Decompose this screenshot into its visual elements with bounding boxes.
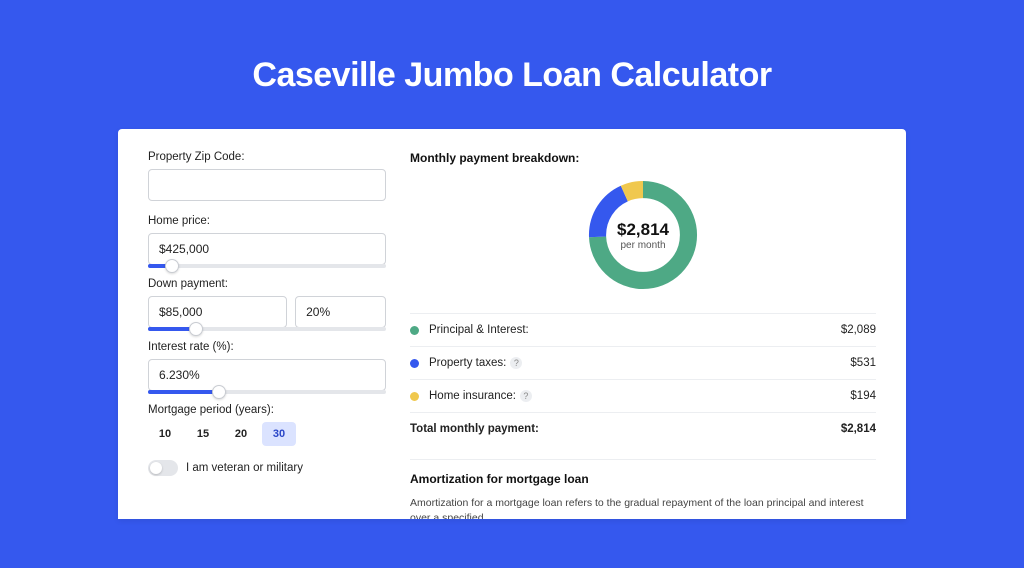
- zip-input[interactable]: [148, 169, 386, 201]
- info-icon[interactable]: ?: [520, 390, 532, 402]
- down-amount-input[interactable]: [148, 296, 287, 328]
- period-10[interactable]: 10: [148, 422, 182, 446]
- legend-value: $531: [850, 357, 876, 369]
- period-20[interactable]: 20: [224, 422, 258, 446]
- period-label: Mortgage period (years):: [148, 404, 386, 416]
- veteran-label: I am veteran or military: [186, 462, 303, 474]
- total-value: $2,814: [841, 423, 876, 435]
- field-down: Down payment:: [148, 278, 386, 331]
- legend-row-taxes: Property taxes:? $531: [410, 347, 876, 380]
- donut-wrap: $2,814 per month: [410, 175, 876, 295]
- legend-label: Principal & Interest:: [429, 324, 529, 336]
- price-input[interactable]: [148, 233, 386, 265]
- legend-label: Property taxes:: [429, 357, 506, 369]
- veteran-toggle[interactable]: [148, 460, 178, 476]
- donut-sub: per month: [620, 240, 665, 251]
- zip-label: Property Zip Code:: [148, 151, 386, 163]
- down-pct-input[interactable]: [295, 296, 386, 328]
- dot-icon: [410, 392, 419, 401]
- inputs-panel: Property Zip Code: Home price: Down paym…: [148, 151, 386, 519]
- amort-heading: Amortization for mortgage loan: [410, 472, 876, 486]
- dot-icon: [410, 359, 419, 368]
- legend-value: $2,089: [841, 324, 876, 336]
- price-label: Home price:: [148, 215, 386, 227]
- legend-value: $194: [850, 390, 876, 402]
- breakdown-heading: Monthly payment breakdown:: [410, 151, 876, 165]
- page-title: Caseville Jumbo Loan Calculator: [0, 56, 1024, 95]
- legend-label: Home insurance:: [429, 390, 516, 402]
- donut-chart: $2,814 per month: [583, 175, 703, 295]
- rate-label: Interest rate (%):: [148, 341, 386, 353]
- total-label: Total monthly payment:: [410, 423, 539, 435]
- info-icon[interactable]: ?: [510, 357, 522, 369]
- breakdown-panel: Monthly payment breakdown: $2,814 per mo…: [410, 151, 876, 519]
- rate-input[interactable]: [148, 359, 386, 391]
- down-slider[interactable]: [148, 327, 386, 331]
- field-rate: Interest rate (%):: [148, 341, 386, 394]
- field-zip: Property Zip Code:: [148, 151, 386, 201]
- rate-slider[interactable]: [148, 390, 386, 394]
- legend-row-total: Total monthly payment: $2,814: [410, 413, 876, 445]
- field-period: Mortgage period (years): 10 15 20 30: [148, 404, 386, 446]
- amortization-section: Amortization for mortgage loan Amortizat…: [410, 459, 876, 519]
- donut-amount: $2,814: [617, 220, 669, 240]
- period-30[interactable]: 30: [262, 422, 296, 446]
- field-veteran: I am veteran or military: [148, 460, 386, 476]
- calculator-card: Property Zip Code: Home price: Down paym…: [118, 129, 906, 519]
- period-options: 10 15 20 30: [148, 422, 386, 446]
- dot-icon: [410, 326, 419, 335]
- legend-row-principal: Principal & Interest: $2,089: [410, 314, 876, 347]
- down-label: Down payment:: [148, 278, 386, 290]
- field-price: Home price:: [148, 215, 386, 268]
- price-slider[interactable]: [148, 264, 386, 268]
- period-15[interactable]: 15: [186, 422, 220, 446]
- amort-text: Amortization for a mortgage loan refers …: [410, 496, 876, 519]
- legend: Principal & Interest: $2,089 Property ta…: [410, 313, 876, 445]
- legend-row-insurance: Home insurance:? $194: [410, 380, 876, 413]
